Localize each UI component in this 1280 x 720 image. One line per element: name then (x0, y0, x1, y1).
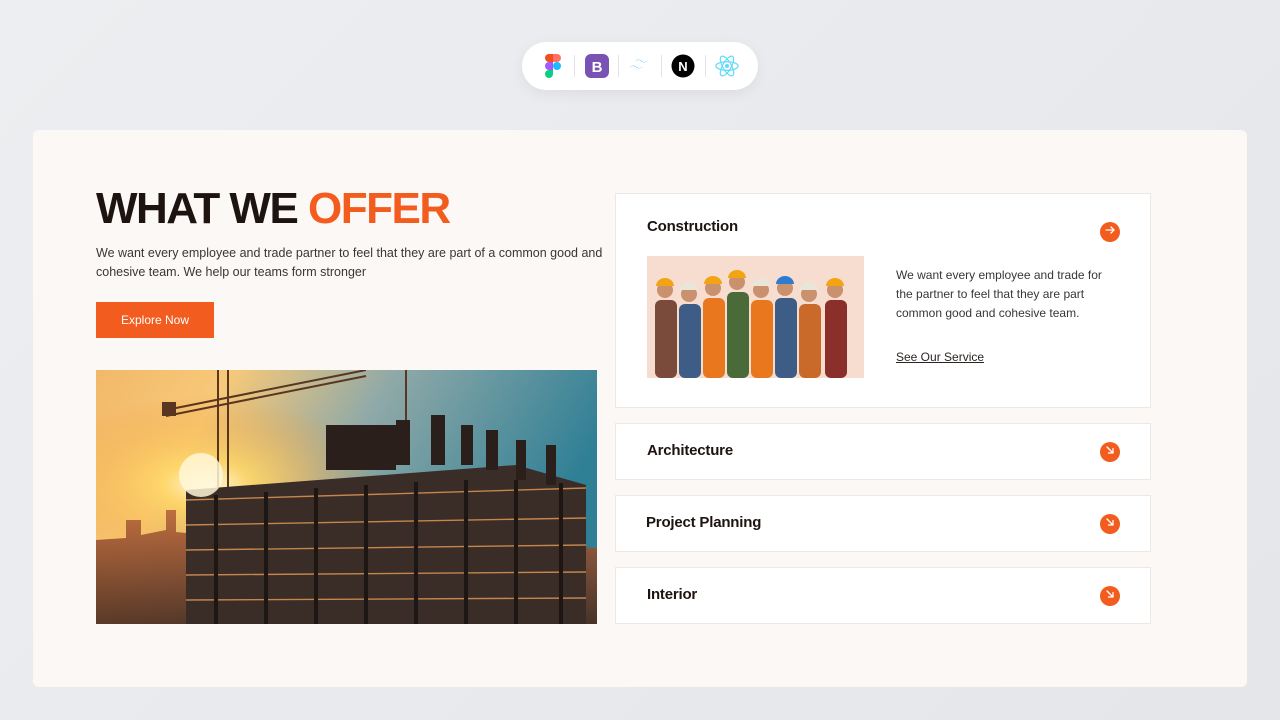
divider (661, 55, 663, 77)
tailwind-icon (627, 53, 653, 79)
service-description: We want every employee and trade for the… (896, 268, 1102, 320)
section-headline: WHAT WE OFFER (96, 184, 451, 233)
arrow-down-right-icon (1104, 587, 1116, 605)
explore-now-button[interactable]: Explore Now (96, 302, 214, 338)
headline-text: WHAT WE (96, 184, 309, 233)
divider (574, 55, 576, 77)
service-arrow-button[interactable] (1100, 514, 1120, 534)
nextjs-icon: N (670, 53, 696, 79)
see-our-service-link[interactable]: See Our Service (896, 350, 984, 364)
bootstrap-icon: B (584, 53, 610, 79)
react-icon (714, 53, 740, 79)
svg-text:B: B (591, 59, 602, 76)
service-item-interior[interactable]: Interior (615, 567, 1151, 624)
service-item-architecture[interactable]: Architecture (615, 423, 1151, 480)
service-title: Project Planning (646, 514, 762, 531)
tech-stack-bar: B N (522, 42, 758, 90)
arrow-right-icon (1104, 223, 1116, 241)
service-title: Construction (647, 218, 738, 235)
divider (704, 55, 706, 77)
section-intro: We want every employee and trade partner… (96, 246, 603, 279)
divider (617, 55, 619, 77)
service-item-construction[interactable]: Construction We want every employee and … (615, 193, 1151, 408)
service-title: Architecture (647, 442, 733, 459)
service-arrow-button[interactable] (1100, 586, 1120, 606)
svg-text:N: N (679, 59, 688, 74)
service-title: Interior (647, 586, 698, 603)
service-arrow-button[interactable] (1100, 442, 1120, 462)
service-item-project-planning[interactable]: Project Planning (615, 495, 1151, 552)
hero-image (96, 370, 597, 624)
arrow-down-right-icon (1104, 443, 1116, 461)
figma-icon (540, 53, 566, 79)
arrow-down-right-icon (1104, 515, 1116, 533)
service-arrow-button[interactable] (1100, 222, 1120, 242)
headline-accent: OFFER (308, 184, 451, 233)
team-photo (647, 256, 864, 378)
